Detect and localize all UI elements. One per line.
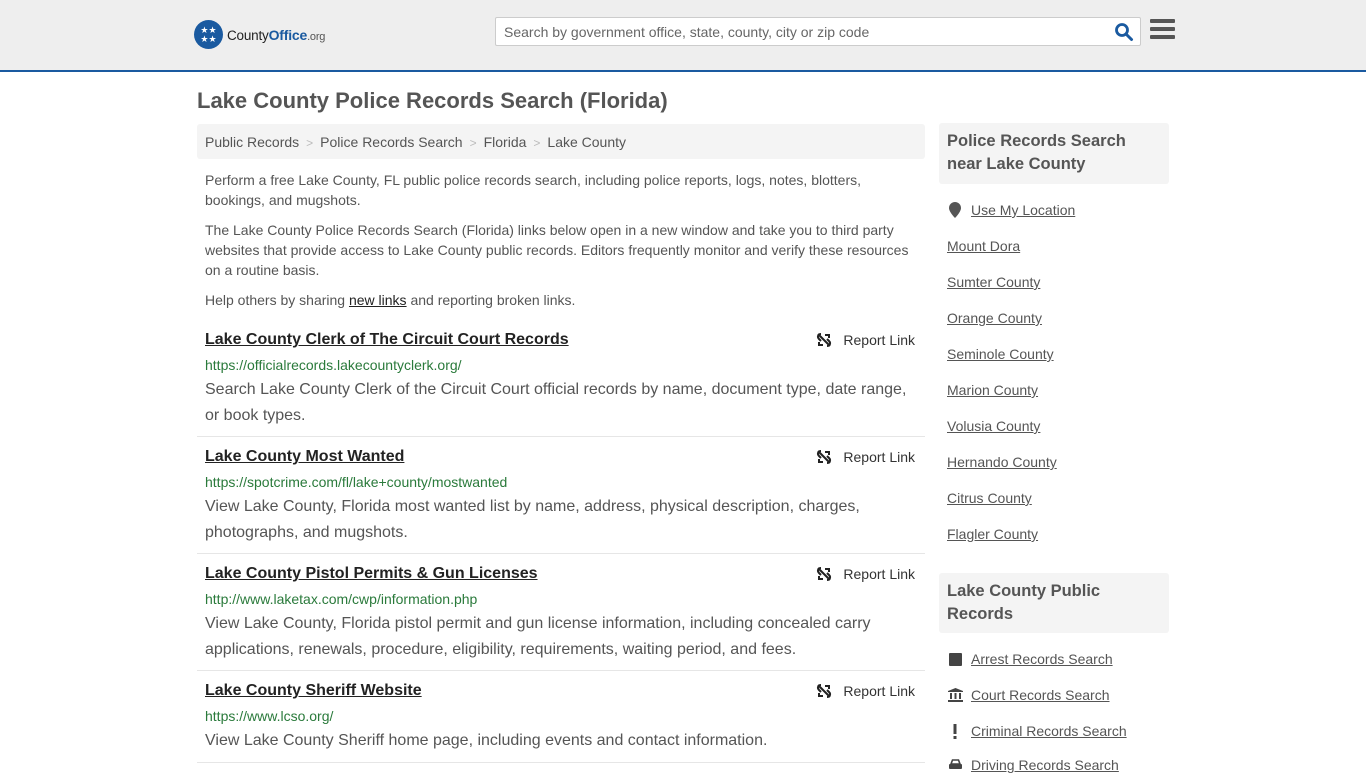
nearby-link[interactable]: Hernando County: [947, 454, 1057, 470]
menu-bar: [1150, 35, 1175, 39]
menu-bar: [1150, 19, 1175, 23]
car-icon: [947, 758, 963, 772]
nearby-link[interactable]: Marion County: [947, 382, 1038, 398]
result-url[interactable]: http://www.laketax.com/cwp/information.p…: [205, 591, 477, 607]
share-text: Help others by sharing: [205, 292, 349, 308]
report-link-button[interactable]: Report Link: [816, 449, 915, 465]
breadcrumb-separator: >: [469, 136, 477, 150]
result-description: View Lake County, Florida most wanted li…: [205, 498, 860, 541]
result-item: Lake County Clerk of The Circuit Court R…: [197, 331, 925, 437]
criminal-records-link[interactable]: Criminal Records Search: [947, 723, 1127, 739]
report-link-label: Report Link: [843, 449, 915, 465]
menu-bar: [1150, 27, 1175, 31]
breadcrumb-public-records[interactable]: Public Records: [205, 134, 299, 150]
nearby-link[interactable]: Flagler County: [947, 526, 1038, 542]
nearby-link[interactable]: Volusia County: [947, 418, 1040, 434]
intro-paragraph: Perform a free Lake County, FL public po…: [205, 172, 861, 208]
criminal-records-label: Criminal Records Search: [971, 723, 1127, 739]
nearby-link[interactable]: Citrus County: [947, 490, 1032, 506]
court-records-label: Court Records Search: [971, 687, 1110, 703]
breadcrumb-separator: >: [533, 136, 541, 150]
result-description: View Lake County, Florida pistol permit …: [205, 615, 871, 658]
share-text-end: and reporting broken links.: [406, 292, 576, 308]
nearby-link[interactable]: Orange County: [947, 310, 1042, 326]
disclaimer-paragraph: The Lake County Police Records Search (F…: [205, 222, 909, 278]
courthouse-icon: [947, 688, 963, 702]
result-title-link[interactable]: Lake County Pistol Permits & Gun License…: [205, 565, 538, 583]
hamburger-menu-button[interactable]: [1150, 19, 1175, 41]
map-pin-icon: [947, 202, 963, 218]
search-button[interactable]: [1114, 22, 1134, 42]
driving-records-label: Driving Records Search: [971, 757, 1119, 773]
exclamation-icon: [947, 723, 963, 739]
report-link-button[interactable]: Report Link: [816, 683, 915, 699]
breadcrumb-florida[interactable]: Florida: [484, 134, 527, 150]
use-my-location-link[interactable]: Use My Location: [947, 202, 1075, 218]
result-item: Lake County Sheriff Website Report Link …: [197, 682, 925, 763]
square-icon: [947, 652, 963, 666]
broken-link-icon: [817, 333, 832, 347]
nearby-link[interactable]: Sumter County: [947, 274, 1040, 290]
logo-text: CountyOffice.org: [227, 26, 326, 43]
result-item: Lake County Most Wanted Report Link http…: [197, 448, 925, 554]
use-my-location-label: Use My Location: [971, 202, 1076, 218]
broken-link-icon: [817, 684, 832, 698]
eagle-logo-icon: ★★ ★★: [194, 20, 223, 49]
result-description: Search Lake County Clerk of the Circuit …: [205, 381, 907, 424]
court-records-link[interactable]: Court Records Search: [947, 687, 1110, 703]
report-link-button[interactable]: Report Link: [816, 566, 915, 582]
share-paragraph: Help others by sharing new links and rep…: [205, 290, 915, 310]
arrest-records-label: Arrest Records Search: [971, 651, 1113, 667]
search-input[interactable]: [496, 18, 1106, 45]
result-url[interactable]: https://officialrecords.lakecountyclerk.…: [205, 357, 462, 373]
page-title: Lake County Police Records Search (Flori…: [197, 88, 668, 113]
nearby-link[interactable]: Mount Dora: [947, 238, 1020, 254]
broken-link-icon: [817, 567, 832, 581]
nearby-link[interactable]: Seminole County: [947, 346, 1054, 362]
new-links-link[interactable]: new links: [349, 292, 407, 308]
result-description: View Lake County Sheriff home page, incl…: [205, 732, 768, 749]
result-title-link[interactable]: Lake County Clerk of The Circuit Court R…: [205, 331, 569, 349]
report-link-label: Report Link: [843, 683, 915, 699]
arrest-records-link[interactable]: Arrest Records Search: [947, 651, 1113, 667]
report-link-label: Report Link: [843, 332, 915, 348]
breadcrumb-lake-county[interactable]: Lake County: [547, 134, 626, 150]
driving-records-link[interactable]: Driving Records Search: [947, 757, 1119, 773]
result-item: Lake County Pistol Permits & Gun License…: [197, 565, 925, 671]
breadcrumb: Public Records > Police Records Search > Flo…: [197, 124, 925, 159]
result-url[interactable]: https://www.lcso.org/: [205, 708, 333, 724]
result-title-link[interactable]: Lake County Most Wanted: [205, 448, 404, 466]
breadcrumb-separator: >: [306, 136, 314, 150]
search-box: [495, 17, 1141, 46]
site-logo[interactable]: ★★ ★★ CountyOffice.org: [194, 20, 325, 49]
search-icon: [1115, 23, 1133, 41]
report-link-button[interactable]: Report Link: [816, 332, 915, 348]
result-title-link[interactable]: Lake County Sheriff Website: [205, 682, 422, 700]
breadcrumb-police-records-search[interactable]: Police Records Search: [320, 134, 462, 150]
result-url[interactable]: https://spotcrime.com/fl/lake+county/mos…: [205, 474, 507, 490]
broken-link-icon: [817, 450, 832, 464]
site-header: ★★ ★★ CountyOffice.org: [0, 0, 1366, 72]
public-records-heading: Lake County Public Records: [939, 573, 1169, 633]
report-link-label: Report Link: [843, 566, 915, 582]
nearby-heading: Police Records Search near Lake County: [939, 123, 1169, 184]
